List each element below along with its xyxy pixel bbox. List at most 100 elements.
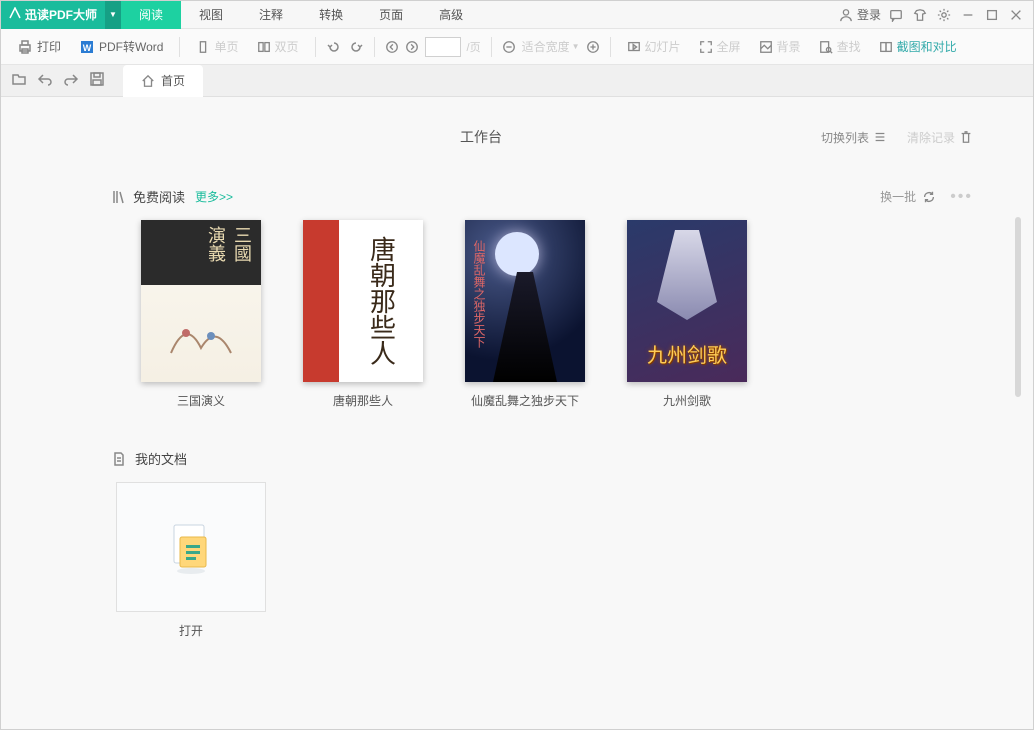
double-page-icon	[257, 40, 271, 54]
book-cover: 仙魔乱舞之独步天下	[465, 220, 585, 382]
menu-tabs: 阅读 视图 注释 转换 页面 高级	[121, 1, 481, 29]
menu-tab-view[interactable]: 视图	[181, 1, 241, 29]
word-icon: W	[79, 39, 95, 55]
app-logo-icon	[9, 7, 21, 22]
free-read-header: 免费阅读 更多>> 换一批 •••	[111, 187, 973, 206]
workspace-title: 工作台	[141, 127, 821, 147]
login-area[interactable]: 登录	[839, 6, 881, 23]
quick-buttons	[11, 71, 105, 90]
page-number-input[interactable]	[425, 37, 461, 57]
close-icon[interactable]	[1009, 8, 1023, 22]
rotate-right-icon[interactable]	[348, 39, 364, 55]
zoom-out-icon[interactable]	[502, 40, 516, 54]
book-item[interactable]: 三國演義 三国演义	[141, 220, 261, 409]
app-name: 迅读PDF大师	[25, 6, 97, 23]
menu-tab-advanced[interactable]: 高级	[421, 1, 481, 29]
more-dots-icon[interactable]: •••	[950, 188, 973, 206]
book-cover: 九州剑歌	[627, 220, 747, 382]
screenshot-button[interactable]: 截图和对比	[873, 34, 963, 59]
single-page-button[interactable]: 单页	[190, 34, 244, 59]
feedback-icon[interactable]	[889, 8, 903, 22]
tab-home[interactable]: 首页	[123, 65, 203, 97]
pdf2word-button[interactable]: W PDF转Word	[73, 34, 169, 59]
menu-tab-convert[interactable]: 转换	[301, 1, 361, 29]
user-icon	[839, 8, 853, 22]
single-page-label: 单页	[214, 38, 238, 55]
fullscreen-button[interactable]: 全屏	[693, 34, 747, 59]
double-page-label: 双页	[275, 38, 299, 55]
menu-tab-page[interactable]: 页面	[361, 1, 421, 29]
open-doc-icon	[166, 519, 216, 575]
find-button[interactable]: 查找	[813, 34, 867, 59]
refresh-icon	[922, 190, 936, 204]
menu-tab-annotate[interactable]: 注释	[241, 1, 301, 29]
fullscreen-icon	[699, 40, 713, 54]
open-file-icon[interactable]	[11, 71, 27, 90]
open-document-card[interactable]: 打开	[111, 482, 271, 639]
redo-icon[interactable]	[63, 71, 79, 90]
scrollbar[interactable]	[1015, 217, 1021, 397]
background-button[interactable]: 背景	[753, 34, 807, 59]
settings-icon[interactable]	[937, 8, 951, 22]
free-read-label: 免费阅读	[133, 187, 185, 206]
open-box	[116, 482, 266, 612]
print-button[interactable]: 打印	[11, 34, 67, 59]
svg-text:W: W	[83, 43, 92, 53]
skin-icon[interactable]	[913, 8, 927, 22]
main-panel: 工作台 切换列表 清除记录 免费阅读 更多>> 换一批	[1, 97, 1033, 729]
change-batch-button[interactable]: 换一批	[880, 188, 936, 205]
background-icon	[759, 40, 773, 54]
slideshow-button[interactable]: 幻灯片	[621, 34, 687, 59]
background-label: 背景	[777, 38, 801, 55]
zoom-mode-label: 适合宽度	[522, 38, 570, 55]
book-title: 三国演义	[177, 392, 225, 409]
book-item[interactable]: 仙魔乱舞之独步天下 仙魔乱舞之独步天下	[465, 220, 585, 409]
document-tab-row: 首页	[1, 65, 1033, 97]
screenshot-icon	[879, 40, 893, 54]
workspace-header: 工作台 切换列表 清除记录	[141, 127, 973, 147]
menu-tab-read[interactable]: 阅读	[121, 1, 181, 29]
single-page-icon	[196, 40, 210, 54]
maximize-icon[interactable]	[985, 8, 999, 22]
save-icon[interactable]	[89, 71, 105, 90]
zoom-mode-select[interactable]: 适合宽度 ▼	[522, 38, 580, 55]
app-brand: 迅读PDF大师	[1, 1, 105, 29]
document-icon	[111, 451, 127, 467]
prev-page-icon[interactable]	[385, 40, 399, 54]
find-label: 查找	[837, 38, 861, 55]
window-controls	[889, 8, 1033, 22]
switch-list-button[interactable]: 切换列表	[821, 129, 887, 146]
slideshow-label: 幻灯片	[645, 38, 681, 55]
book-cover: 三國演義	[141, 220, 261, 382]
books-icon	[111, 189, 127, 205]
open-label: 打开	[179, 622, 203, 639]
content-area: 工作台 切换列表 清除记录 免费阅读 更多>> 换一批	[1, 97, 1033, 729]
find-icon	[819, 40, 833, 54]
minimize-icon[interactable]	[961, 8, 975, 22]
book-title: 九州剑歌	[663, 392, 711, 409]
double-page-button[interactable]: 双页	[251, 34, 305, 59]
book-title: 唐朝那些人	[333, 392, 393, 409]
brand-dropdown-icon[interactable]: ▼	[105, 1, 121, 29]
title-bar: 迅读PDF大师 ▼ 阅读 视图 注释 转换 页面 高级 登录	[1, 1, 1033, 29]
clear-history-button[interactable]: 清除记录	[907, 129, 973, 146]
screenshot-label: 截图和对比	[897, 38, 957, 55]
more-link[interactable]: 更多>>	[195, 188, 233, 205]
book-item[interactable]: 九州剑歌 九州剑歌	[627, 220, 747, 409]
fullscreen-label: 全屏	[717, 38, 741, 55]
rotate-left-icon[interactable]	[326, 39, 342, 55]
toolbar-ribbon: 打印 W PDF转Word 单页 双页 /页 适合宽度 ▼ 幻灯片 全屏 背景 …	[1, 29, 1033, 65]
zoom-in-icon[interactable]	[586, 40, 600, 54]
next-page-icon[interactable]	[405, 40, 419, 54]
tab-home-label: 首页	[161, 72, 185, 89]
print-label: 打印	[37, 38, 61, 55]
book-item[interactable]: 唐朝那些人 唐朝那些人	[303, 220, 423, 409]
list-icon	[873, 130, 887, 144]
my-documents-header: 我的文档	[111, 449, 973, 468]
home-icon	[141, 74, 155, 88]
book-cover: 唐朝那些人	[303, 220, 423, 382]
my-documents-label: 我的文档	[135, 449, 187, 468]
book-title: 仙魔乱舞之独步天下	[471, 392, 579, 409]
login-label: 登录	[857, 6, 881, 23]
undo-icon[interactable]	[37, 71, 53, 90]
